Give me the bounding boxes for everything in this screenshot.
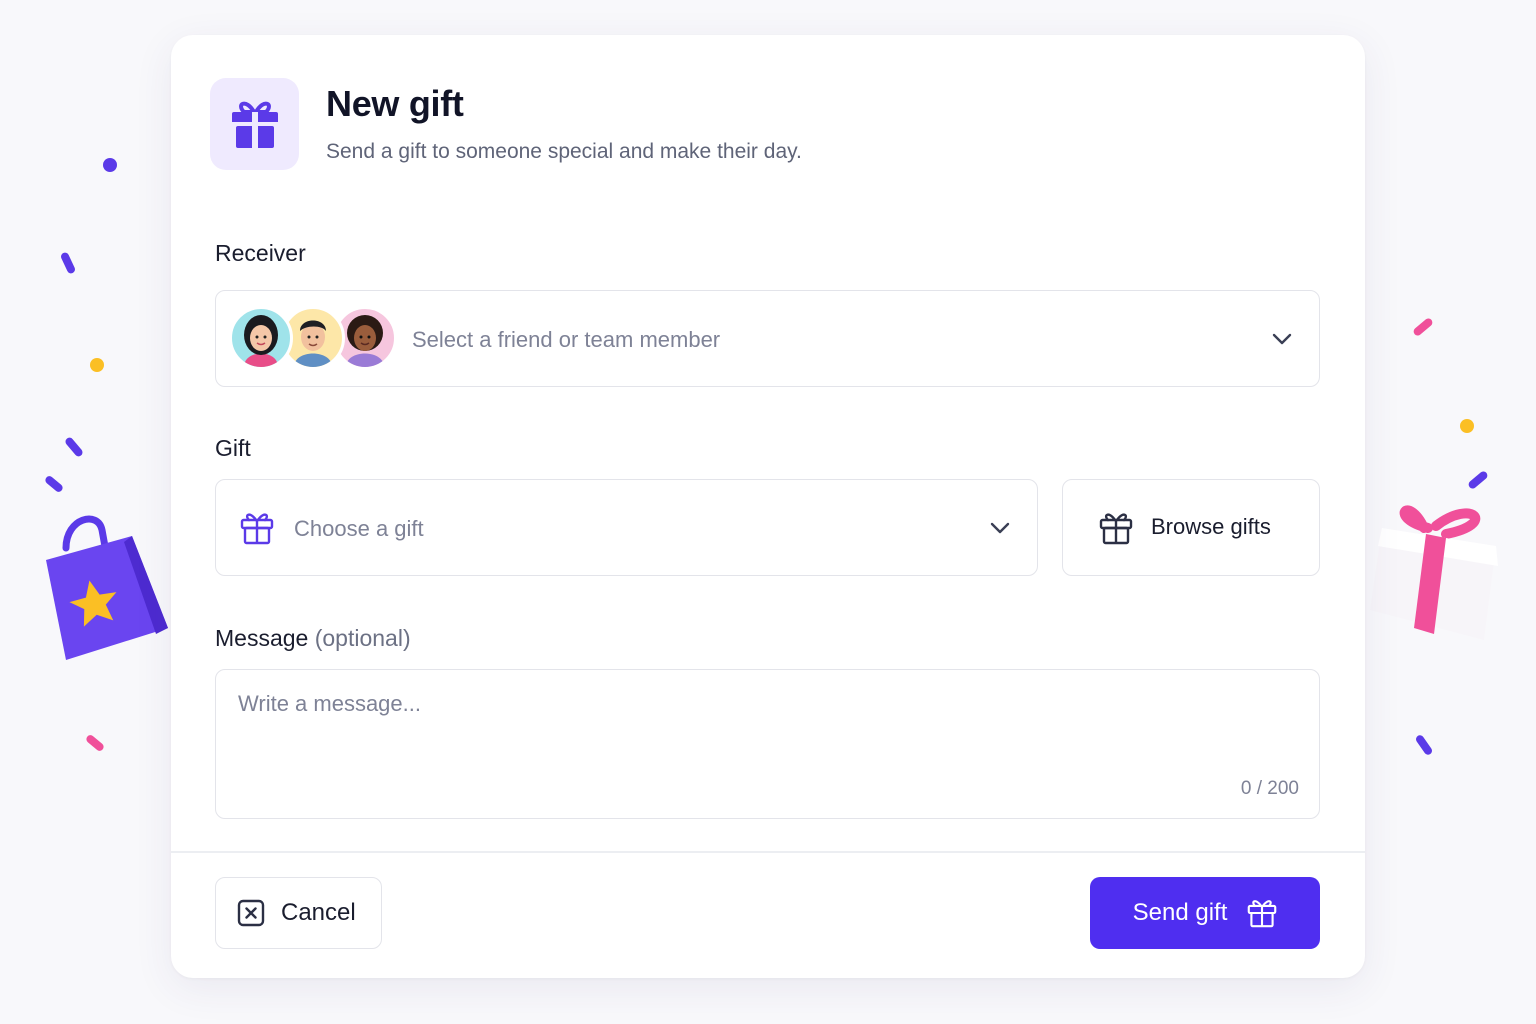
confetti-dot: [1460, 419, 1474, 433]
browse-gifts-label: Browse gifts: [1151, 514, 1271, 539]
send-gift-button[interactable]: Send gift: [1090, 877, 1320, 949]
confetti-dot: [103, 158, 117, 172]
browse-gifts-button[interactable]: Browse gifts: [1062, 479, 1320, 576]
character-counter: 0 / 200: [1240, 778, 1299, 799]
chevron-down-icon: [1272, 333, 1292, 345]
dialog-subtitle: Send a gift to someone special and make …: [326, 140, 802, 163]
close-icon: [237, 899, 265, 927]
confetti-piece: [1467, 469, 1489, 491]
message-label: Message (optional): [215, 625, 411, 652]
gift-icon: [1099, 513, 1133, 545]
send-gift-label: Send gift: [1132, 899, 1228, 926]
gift-box-icon: [1370, 505, 1498, 640]
header-gift-icon: [210, 78, 299, 170]
confetti-piece: [84, 733, 106, 753]
receiver-placeholder: Select a friend or team member: [412, 327, 721, 352]
receiver-label: Receiver: [215, 240, 306, 266]
confetti-piece: [1412, 316, 1434, 338]
gift-label: Gift: [215, 435, 251, 461]
new-gift-dialog: New gift Send a gift to someone special …: [171, 35, 1365, 978]
avatar: [229, 306, 293, 370]
gift-icon: [1248, 900, 1277, 928]
confetti-piece: [59, 251, 77, 275]
confetti-piece: [1414, 733, 1434, 757]
message-label-text: Message: [215, 625, 309, 651]
cancel-button[interactable]: Cancel: [215, 877, 382, 949]
avatar-group: [229, 306, 399, 370]
gift-icon: [240, 513, 274, 545]
chevron-down-icon: [990, 522, 1010, 534]
shopping-bag-icon: [46, 515, 168, 660]
footer-divider: [171, 851, 1365, 853]
message-textarea[interactable]: Write a message... 0 / 200: [215, 669, 1320, 819]
message-placeholder: Write a message...: [238, 691, 421, 716]
cancel-label: Cancel: [281, 899, 356, 926]
dialog-title: New gift: [326, 83, 464, 124]
confetti-dot: [90, 358, 104, 372]
message-optional-hint: (optional): [314, 625, 411, 651]
confetti-piece: [63, 436, 85, 458]
gift-select[interactable]: Choose a gift: [215, 479, 1038, 576]
stage: New gift Send a gift to someone special …: [0, 0, 1536, 1024]
receiver-select[interactable]: Select a friend or team member: [215, 290, 1320, 387]
confetti-piece: [43, 474, 65, 494]
gift-placeholder: Choose a gift: [294, 516, 424, 541]
